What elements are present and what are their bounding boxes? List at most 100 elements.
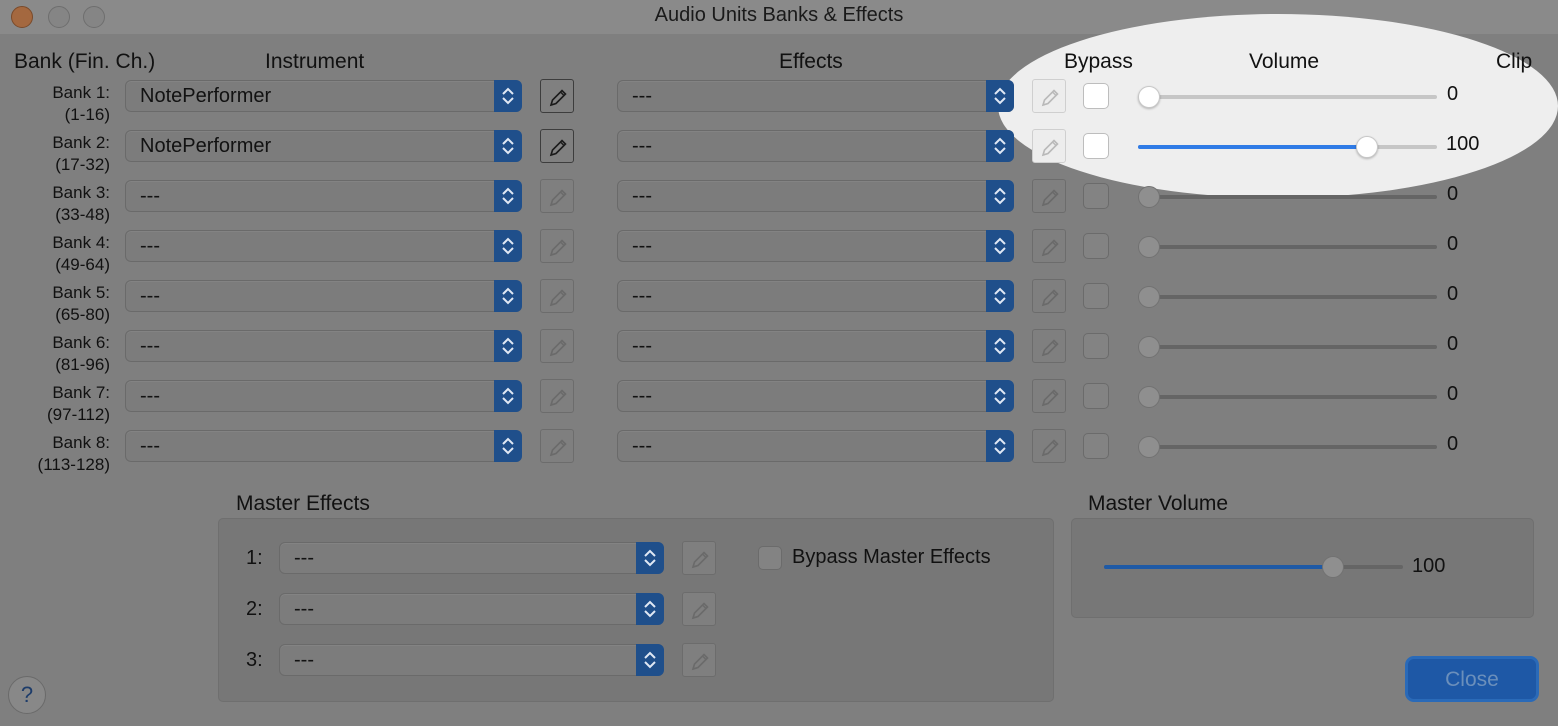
instrument-select[interactable]: NotePerformer xyxy=(125,80,522,112)
chevron-updown-icon xyxy=(986,380,1014,412)
edit-master-effect-button[interactable] xyxy=(682,592,716,626)
chevron-updown-icon xyxy=(494,280,522,312)
help-button[interactable]: ? xyxy=(8,676,46,714)
instrument-select[interactable]: --- xyxy=(125,430,522,462)
volume-knob[interactable] xyxy=(1138,186,1160,208)
bypass-checkbox[interactable] xyxy=(1083,233,1109,259)
edit-effect-button[interactable] xyxy=(1032,229,1066,263)
chevron-updown-icon xyxy=(986,180,1014,212)
volume-knob[interactable] xyxy=(1138,236,1160,258)
edit-instrument-button[interactable] xyxy=(540,329,574,363)
volume-knob[interactable] xyxy=(1138,386,1160,408)
volume-knob[interactable] xyxy=(1138,336,1160,358)
volume-track xyxy=(1138,395,1437,399)
volume-knob[interactable] xyxy=(1138,86,1160,108)
volume-track xyxy=(1138,345,1437,349)
volume-value: 0 xyxy=(1447,433,1459,455)
edit-effect-button[interactable] xyxy=(1032,79,1066,113)
bank-number: Bank 8: xyxy=(52,433,110,452)
master-effect-select-value: --- xyxy=(294,649,314,671)
chevron-updown-icon xyxy=(494,130,522,162)
effect-select[interactable]: --- xyxy=(617,230,1014,262)
bypass-checkbox[interactable] xyxy=(1083,383,1109,409)
effect-select-value: --- xyxy=(632,235,652,257)
master-effect-select[interactable]: --- xyxy=(279,644,664,676)
effect-select[interactable]: --- xyxy=(617,380,1014,412)
bank-label: Bank 2: (17-32) xyxy=(0,132,110,176)
edit-effect-button[interactable] xyxy=(1032,129,1066,163)
edit-master-effect-button[interactable] xyxy=(682,643,716,677)
edit-effect-button[interactable] xyxy=(1032,329,1066,363)
master-effect-select[interactable]: --- xyxy=(279,542,664,574)
edit-instrument-button[interactable] xyxy=(540,79,574,113)
effect-select[interactable]: --- xyxy=(617,330,1014,362)
bypass-checkbox[interactable] xyxy=(1083,283,1109,309)
volume-value: 0 xyxy=(1447,233,1459,255)
chevron-updown-icon xyxy=(494,230,522,262)
effect-select[interactable]: --- xyxy=(617,80,1014,112)
chevron-updown-icon xyxy=(636,644,664,676)
instrument-select[interactable]: --- xyxy=(125,380,522,412)
master-volume-track xyxy=(1104,565,1403,569)
instrument-select[interactable]: NotePerformer xyxy=(125,130,522,162)
volume-knob[interactable] xyxy=(1138,436,1160,458)
edit-instrument-button[interactable] xyxy=(540,279,574,313)
effect-select-value: --- xyxy=(632,135,652,157)
instrument-select-value: --- xyxy=(140,385,160,407)
bypass-master-checkbox[interactable] xyxy=(758,546,782,570)
bypass-master-label: Bypass Master Effects xyxy=(792,546,991,568)
edit-instrument-button[interactable] xyxy=(540,429,574,463)
edit-instrument-button[interactable] xyxy=(540,179,574,213)
edit-instrument-button[interactable] xyxy=(540,229,574,263)
bank-label: Bank 5: (65-80) xyxy=(0,282,110,326)
close-button[interactable]: Close xyxy=(1405,656,1539,702)
edit-instrument-button[interactable] xyxy=(540,379,574,413)
bank-label: Bank 8: (113-128) xyxy=(0,432,110,476)
bypass-checkbox[interactable] xyxy=(1083,133,1109,159)
volume-knob[interactable] xyxy=(1138,286,1160,308)
edit-effect-button[interactable] xyxy=(1032,179,1066,213)
volume-knob[interactable] xyxy=(1356,136,1379,158)
instrument-select[interactable]: --- xyxy=(125,280,522,312)
chevron-updown-icon xyxy=(986,280,1014,312)
bypass-checkbox[interactable] xyxy=(1083,183,1109,209)
bypass-checkbox[interactable] xyxy=(1083,433,1109,459)
chevron-updown-icon xyxy=(636,542,664,574)
master-volume-knob[interactable] xyxy=(1322,556,1345,578)
volume-fill xyxy=(1138,145,1374,149)
volume-value: 0 xyxy=(1447,283,1459,305)
effect-select[interactable]: --- xyxy=(617,430,1014,462)
volume-track xyxy=(1138,145,1437,149)
volume-track xyxy=(1138,195,1437,199)
bank-number: Bank 4: xyxy=(52,233,110,252)
effect-select[interactable]: --- xyxy=(617,130,1014,162)
instrument-select[interactable]: --- xyxy=(125,330,522,362)
volume-track xyxy=(1138,245,1437,249)
master-effects-title: Master Effects xyxy=(236,492,370,515)
instrument-select[interactable]: --- xyxy=(125,230,522,262)
chevron-updown-icon xyxy=(986,130,1014,162)
bypass-checkbox[interactable] xyxy=(1083,333,1109,359)
edit-effect-button[interactable] xyxy=(1032,379,1066,413)
master-slot-number: 2: xyxy=(246,598,263,620)
edit-instrument-button[interactable] xyxy=(540,129,574,163)
volume-value: 0 xyxy=(1447,383,1459,405)
header-bypass: Bypass xyxy=(1064,50,1133,73)
edit-effect-button[interactable] xyxy=(1032,429,1066,463)
bank-number: Bank 7: xyxy=(52,383,110,402)
effect-select[interactable]: --- xyxy=(617,180,1014,212)
master-effect-select-value: --- xyxy=(294,547,314,569)
master-volume-title: Master Volume xyxy=(1088,492,1229,515)
bypass-checkbox[interactable] xyxy=(1083,83,1109,109)
bank-channel-range: (49-64) xyxy=(55,255,110,274)
edit-effect-button[interactable] xyxy=(1032,279,1066,313)
effect-select[interactable]: --- xyxy=(617,280,1014,312)
instrument-select[interactable]: --- xyxy=(125,180,522,212)
chevron-updown-icon xyxy=(986,230,1014,262)
close-button-label: Close xyxy=(1445,668,1499,691)
edit-master-effect-button[interactable] xyxy=(682,541,716,575)
master-volume-fill xyxy=(1104,565,1340,569)
master-effect-select[interactable]: --- xyxy=(279,593,664,625)
chevron-updown-icon xyxy=(986,430,1014,462)
bank-number: Bank 5: xyxy=(52,283,110,302)
